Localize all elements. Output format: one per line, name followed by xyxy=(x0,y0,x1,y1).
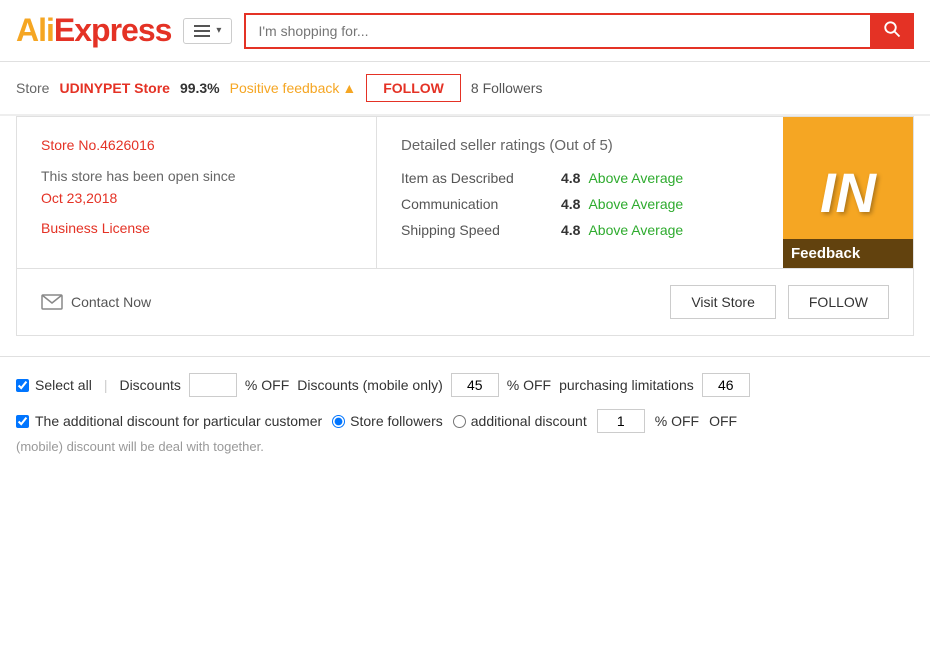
envelope-icon xyxy=(41,294,63,310)
search-bar xyxy=(244,13,914,49)
store-info-panel: Store No.4626016 This store has been ope… xyxy=(16,116,914,269)
store-followers-label: Store followers xyxy=(350,413,443,429)
action-row: Contact Now Visit Store FOLLOW xyxy=(16,269,914,336)
rating-status-comm: Above Average xyxy=(588,196,683,212)
store-label: Store xyxy=(16,80,49,96)
additional-discount-radio[interactable] xyxy=(453,415,466,428)
banner-letters: IN xyxy=(820,160,876,225)
discount-note: (mobile) discount will be deal with toge… xyxy=(16,439,914,454)
ratings-title-text: Detailed seller ratings xyxy=(401,137,545,154)
ratings-subtitle-paren: (Out of 5) xyxy=(549,137,612,154)
banner-area: IN Feedback xyxy=(783,117,913,268)
store-since: This store has been open since Oct 23,20… xyxy=(41,165,352,210)
menu-chevron-icon: ▾ xyxy=(216,25,221,36)
additional-off-label: % OFF xyxy=(655,413,699,429)
rating-value-comm: 4.8 xyxy=(561,196,580,212)
mobile-discount-input[interactable] xyxy=(451,373,499,397)
purchasing-limitations-input[interactable] xyxy=(702,373,750,397)
followers-count: 8 Followers xyxy=(471,80,543,96)
feedback-label: Positive feedback xyxy=(230,80,340,96)
logo-text: Ali xyxy=(16,12,54,48)
menu-button[interactable]: ▾ xyxy=(183,18,232,44)
aliexpress-logo: AliExpress xyxy=(16,12,171,49)
select-all-label: Select all xyxy=(35,377,92,393)
visit-store-button[interactable]: Visit Store xyxy=(670,285,776,319)
rating-value-item: 4.8 xyxy=(561,170,580,186)
discounts-label: Discounts xyxy=(119,377,180,393)
feedback-percentage: 99.3% xyxy=(180,80,220,96)
follow-button-action[interactable]: FOLLOW xyxy=(788,285,889,319)
additional-discount-radio-item: additional discount xyxy=(453,413,587,429)
discounts-input[interactable] xyxy=(189,373,237,397)
additional-discount-label: The additional discount for particular c… xyxy=(35,413,322,429)
discount-row-1: Select all | Discounts % OFF Discounts (… xyxy=(16,373,914,397)
store-followers-radio[interactable] xyxy=(332,415,345,428)
additional-discount-checkbox-item: The additional discount for particular c… xyxy=(16,413,322,429)
store-name-link[interactable]: UDINYPET Store xyxy=(59,80,169,96)
hamburger-icon xyxy=(194,25,210,37)
action-right-buttons: Visit Store FOLLOW xyxy=(670,285,889,319)
contact-btn-label: Contact Now xyxy=(71,294,151,310)
rating-label-item: Item as Described xyxy=(401,170,561,186)
select-all-checkbox-item: Select all xyxy=(16,377,92,393)
select-all-checkbox[interactable] xyxy=(16,379,29,392)
additional-discount-checkbox[interactable] xyxy=(16,415,29,428)
store-number: Store No.4626016 xyxy=(41,137,352,153)
store-followers-radio-item: Store followers xyxy=(332,413,443,429)
discount-section: Select all | Discounts % OFF Discounts (… xyxy=(0,356,930,470)
feedback-overlay: Feedback xyxy=(783,239,913,268)
additional-discount-value-input[interactable] xyxy=(597,409,645,433)
positive-feedback-link[interactable]: Positive feedback ▲ xyxy=(230,80,357,96)
discounts-off-label: % OFF xyxy=(245,377,289,393)
mobile-off-label: % OFF xyxy=(507,377,551,393)
business-license-link[interactable]: Business License xyxy=(41,220,352,236)
search-button[interactable] xyxy=(870,13,914,49)
discount-row-2: The additional discount for particular c… xyxy=(16,409,914,433)
rating-status-item: Above Average xyxy=(588,170,683,186)
store-since-text: This store has been open since xyxy=(41,168,236,184)
additional-discount-radio-label: additional discount xyxy=(471,413,587,429)
rating-label-comm: Communication xyxy=(401,196,561,212)
mobile-only-label: Discounts (mobile only) xyxy=(297,377,443,393)
store-nav: Store UDINYPET Store 99.3% Positive feed… xyxy=(0,62,930,116)
store-since-date: Oct 23,2018 xyxy=(41,190,117,206)
rating-label-shipping: Shipping Speed xyxy=(401,222,561,238)
header: AliExpress ▾ xyxy=(0,0,930,62)
search-input[interactable] xyxy=(244,13,870,49)
rating-value-shipping: 4.8 xyxy=(561,222,580,238)
contact-now-button[interactable]: Contact Now xyxy=(41,294,151,310)
feedback-arrow-icon: ▲ xyxy=(342,80,356,96)
follow-button-nav[interactable]: FOLLOW xyxy=(366,74,461,102)
additional-off2-label: OFF xyxy=(709,413,737,429)
rating-status-shipping: Above Average xyxy=(588,222,683,238)
purchasing-limitations-label: purchasing limitations xyxy=(559,377,694,393)
store-basic-info: Store No.4626016 This store has been ope… xyxy=(17,117,377,268)
search-icon xyxy=(883,20,901,38)
separator: | xyxy=(104,377,108,393)
